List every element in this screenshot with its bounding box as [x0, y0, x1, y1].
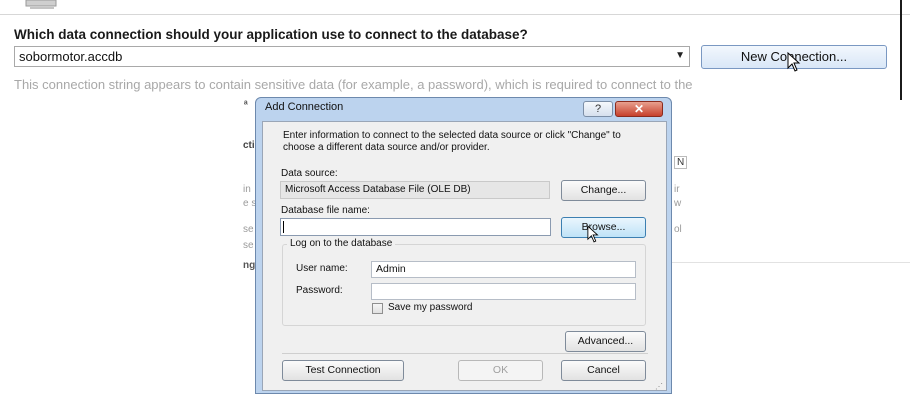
logon-group-label: Log on to the database: [287, 238, 396, 249]
background-fragment: ng: [243, 260, 256, 271]
resize-grip-icon[interactable]: ⋰: [655, 382, 663, 391]
data-source-field: Microsoft Access Database File (OLE DB): [280, 181, 550, 199]
save-password-label: Save my password: [388, 302, 473, 313]
background-fragment: in: [243, 184, 251, 195]
background-fragment: ir: [674, 184, 680, 195]
sensitive-data-note: This connection string appears to contai…: [14, 77, 693, 92]
db-file-input[interactable]: [280, 218, 551, 236]
background-fragment: se: [243, 240, 254, 251]
dialog-title: Add Connection: [265, 101, 344, 113]
background-divider: [672, 262, 910, 263]
background-fragment: ol: [674, 224, 682, 235]
ok-button[interactable]: OK: [458, 360, 543, 381]
background-fragment: se: [243, 224, 254, 235]
help-button[interactable]: ?: [583, 101, 613, 117]
database-icon: [25, 0, 57, 9]
text-caret: [283, 221, 284, 233]
change-button[interactable]: Change...: [561, 180, 646, 201]
advanced-button[interactable]: Advanced...: [565, 331, 646, 352]
connection-question: Which data connection should your applic…: [14, 27, 528, 42]
connection-dropdown-value: sobormotor.accdb: [19, 49, 123, 64]
background-fragment: N: [674, 156, 688, 169]
background-fragment: cti: [243, 140, 255, 151]
wizard-top-strip: [0, 0, 910, 15]
dialog-separator: [282, 353, 648, 354]
connection-dropdown[interactable]: sobormotor.accdb ▼: [14, 46, 690, 67]
password-input[interactable]: [371, 283, 636, 300]
background-fragment: ᵃ: [244, 99, 248, 110]
data-source-label: Data source:: [281, 168, 338, 179]
cancel-button[interactable]: Cancel: [561, 360, 646, 381]
mouse-pointer-icon: [787, 52, 801, 72]
dropdown-arrow-icon[interactable]: ▼: [675, 50, 685, 61]
mouse-pointer-icon: [587, 225, 599, 243]
close-button[interactable]: ✕: [615, 101, 663, 117]
dialog-instructions: Enter information to connect to the sele…: [283, 130, 621, 153]
user-name-input[interactable]: Admin: [371, 261, 636, 278]
browse-button[interactable]: Browse...: [561, 217, 646, 238]
window-edge: [900, 0, 902, 100]
test-connection-button[interactable]: Test Connection: [282, 360, 404, 381]
db-file-label: Database file name:: [281, 205, 370, 216]
password-label: Password:: [296, 285, 343, 296]
background-fragment: w: [674, 198, 682, 209]
user-name-label: User name:: [296, 263, 348, 274]
save-password-checkbox[interactable]: [372, 303, 383, 314]
